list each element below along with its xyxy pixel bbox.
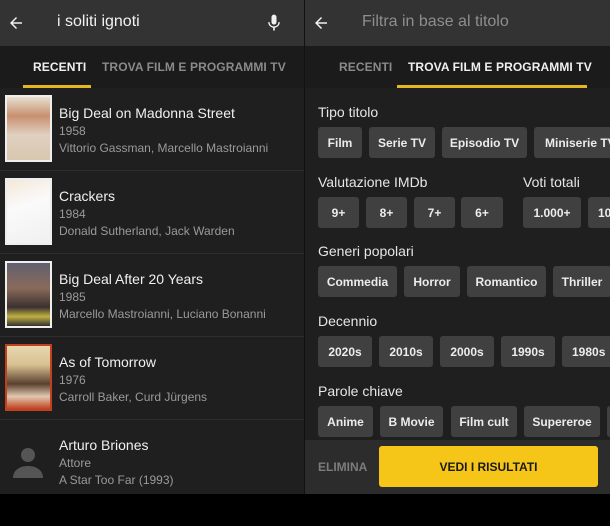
item-title: Crackers xyxy=(59,188,116,204)
section-parole-chiave: Parole chiave xyxy=(318,383,403,399)
section-decennio: Decennio xyxy=(318,313,378,329)
chip-film-cult[interactable]: Film cult xyxy=(451,406,517,437)
chip-anime[interactable]: Anime xyxy=(318,406,373,437)
chip-supereroe[interactable]: Supereroe xyxy=(524,406,600,437)
arrow-left-icon xyxy=(315,17,327,29)
chip-thriller[interactable]: Thriller xyxy=(553,266,610,297)
list-item[interactable]: Big Deal After 20 Years 1985 Marcello Ma… xyxy=(0,254,304,337)
item-cast: Donald Sutherland, Jack Warden xyxy=(59,224,235,238)
tab-bar: RECENTI TROVA FILM E PROGRAMMI TV xyxy=(0,46,304,88)
item-role: Attore xyxy=(59,456,92,470)
person-icon xyxy=(13,448,43,478)
item-cast: Carroll Baker, Curd Jürgens xyxy=(59,390,208,404)
tab-recenti[interactable]: RECENTI xyxy=(33,60,86,74)
chip-episodio-tv[interactable]: Episodio TV xyxy=(442,127,527,158)
chip-serie-tv[interactable]: Serie TV xyxy=(369,127,435,158)
item-cast: Marcello Mastroianni, Luciano Bonanni xyxy=(59,307,266,321)
tab-trova-film[interactable]: TROVA FILM E PROGRAMMI TV xyxy=(408,60,592,74)
back-button[interactable] xyxy=(0,0,32,46)
item-title: Big Deal After 20 Years xyxy=(59,271,203,287)
poster-image xyxy=(5,261,52,328)
chip-1980s[interactable]: 1980s xyxy=(562,336,610,367)
tab-trova-film[interactable]: TROVA FILM E PROGRAMMI TV xyxy=(102,60,286,74)
item-year: 1976 xyxy=(59,373,86,387)
item-year: 1984 xyxy=(59,207,86,221)
search-bar: i soliti ignoti xyxy=(0,0,304,46)
search-bar: Filtra in base al titolo xyxy=(305,0,610,46)
item-known-for: A Star Too Far (1993) xyxy=(59,473,174,487)
chip-b-movie[interactable]: B Movie xyxy=(380,406,443,437)
chip-2020s[interactable]: 2020s xyxy=(318,336,372,367)
chip-votes-1000[interactable]: 1.000+ xyxy=(523,197,581,228)
clear-filters-button[interactable]: ELIMINA xyxy=(318,460,367,474)
search-results-panel: i soliti ignoti RECENTI TROVA FILM E PRO… xyxy=(0,0,304,494)
microphone-icon[interactable] xyxy=(264,12,284,34)
chip-miniserie-tv[interactable]: Miniserie TV xyxy=(534,127,610,158)
back-button[interactable] xyxy=(305,0,337,46)
chip-rating-6[interactable]: 6+ xyxy=(461,197,503,228)
chip-1990s[interactable]: 1990s xyxy=(501,336,555,367)
chip-votes-10000[interactable]: 10 xyxy=(588,197,610,228)
filter-title-input[interactable]: Filtra in base al titolo xyxy=(362,13,509,31)
item-title: As of Tomorrow xyxy=(59,354,156,370)
list-item[interactable]: Big Deal on Madonna Street 1958 Vittorio… xyxy=(0,88,304,171)
chip-2010s[interactable]: 2010s xyxy=(379,336,433,367)
results-list: Big Deal on Madonna Street 1958 Vittorio… xyxy=(0,88,304,494)
filter-panel: Filtra in base al titolo RECENTI TROVA F… xyxy=(305,0,610,494)
chip-rating-9[interactable]: 9+ xyxy=(318,197,359,228)
active-tab-indicator xyxy=(397,85,587,88)
item-cast: Vittorio Gassman, Marcello Mastroianni xyxy=(59,141,269,155)
item-title: Big Deal on Madonna Street xyxy=(59,105,235,121)
search-input[interactable]: i soliti ignoti xyxy=(57,13,140,31)
section-valutazione-imdb: Valutazione IMDb xyxy=(318,174,428,190)
chip-2000s[interactable]: 2000s xyxy=(440,336,494,367)
item-title: Arturo Briones xyxy=(59,437,149,453)
section-voti-totali: Voti totali xyxy=(523,174,580,190)
chip-rating-8[interactable]: 8+ xyxy=(366,197,407,228)
chip-film[interactable]: Film xyxy=(318,127,362,158)
tab-bar: RECENTI TROVA FILM E PROGRAMMI TV xyxy=(305,46,610,88)
item-year: 1985 xyxy=(59,290,86,304)
tab-recenti[interactable]: RECENTI xyxy=(339,60,392,74)
list-item[interactable]: Crackers 1984 Donald Sutherland, Jack Wa… xyxy=(0,171,304,254)
section-tipo-titolo: Tipo titolo xyxy=(318,104,379,120)
poster-image xyxy=(5,178,52,245)
chip-romantico[interactable]: Romantico xyxy=(467,266,546,297)
poster-image xyxy=(5,95,52,162)
chip-horror[interactable]: Horror xyxy=(404,266,460,297)
chip-commedia[interactable]: Commedia xyxy=(318,266,397,297)
see-results-button[interactable]: VEDI I RISULTATI xyxy=(379,446,598,487)
item-year: 1958 xyxy=(59,124,86,138)
list-item[interactable]: Arturo Briones Attore A Star Too Far (19… xyxy=(0,420,304,494)
poster-image xyxy=(5,344,52,411)
filter-action-bar: ELIMINA VEDI I RISULTATI xyxy=(305,440,610,494)
chip-rating-7[interactable]: 7+ xyxy=(414,197,455,228)
section-generi-popolari: Generi popolari xyxy=(318,243,414,259)
arrow-left-icon xyxy=(10,17,22,29)
list-item[interactable]: As of Tomorrow 1976 Carroll Baker, Curd … xyxy=(0,337,304,420)
